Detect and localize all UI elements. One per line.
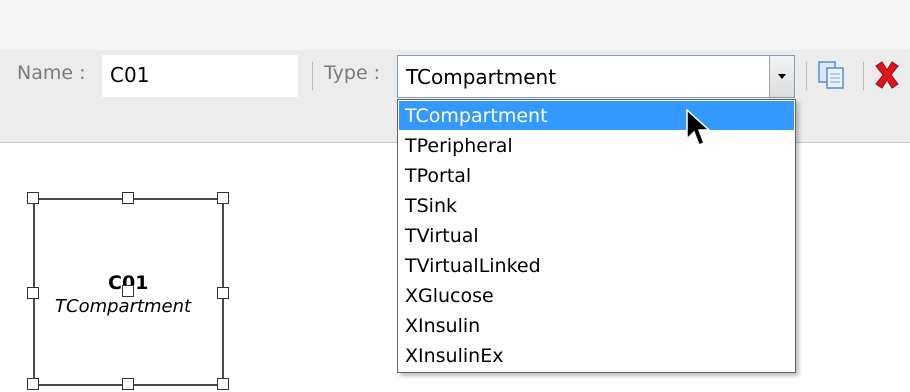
type-label: Type : [324, 62, 381, 84]
delete-icon [875, 61, 899, 89]
resize-handle[interactable] [217, 378, 229, 390]
node-type: TCompartment [55, 296, 192, 317]
resize-handle[interactable] [217, 287, 229, 299]
copy-button[interactable] [815, 58, 849, 92]
dropdown-option[interactable]: XInsulin [399, 311, 794, 340]
dropdown-option[interactable]: TPortal [399, 161, 794, 190]
name-label: Name : [17, 62, 86, 84]
resize-handle[interactable] [217, 192, 229, 204]
toolbar-separator [806, 62, 807, 90]
delete-button[interactable] [870, 58, 904, 92]
mouse-cursor-icon [686, 109, 711, 146]
toolbar-separator [312, 62, 313, 90]
resize-handle[interactable] [27, 192, 39, 204]
type-combobox-value: TCompartment [406, 65, 557, 89]
copy-icon [818, 61, 844, 89]
dropdown-option[interactable]: TCompartment [399, 101, 794, 130]
dropdown-option[interactable]: TVirtualLinked [399, 251, 794, 280]
top-strip [0, 0, 910, 50]
type-dropdown-button[interactable] [769, 56, 794, 97]
resize-handle[interactable] [27, 378, 39, 390]
type-combobox[interactable]: TCompartment [397, 55, 795, 98]
dropdown-option[interactable]: XInsulinEx [399, 341, 794, 370]
chevron-down-icon [778, 74, 786, 79]
dropdown-option[interactable]: TSink [399, 191, 794, 220]
resize-handle[interactable] [122, 192, 134, 204]
resize-handle[interactable] [122, 378, 134, 390]
resize-handle[interactable] [27, 287, 39, 299]
toolbar-separator [863, 62, 864, 90]
name-input[interactable]: C01 [101, 54, 299, 98]
dropdown-option[interactable]: XGlucose [399, 281, 794, 310]
dropdown-option[interactable]: TVirtual [399, 221, 794, 250]
dropdown-option[interactable]: TPeripheral [399, 131, 794, 160]
type-dropdown-list[interactable]: TCompartment TPeripheral TPortal TSink T… [397, 99, 796, 373]
center-handle[interactable] [122, 285, 134, 297]
